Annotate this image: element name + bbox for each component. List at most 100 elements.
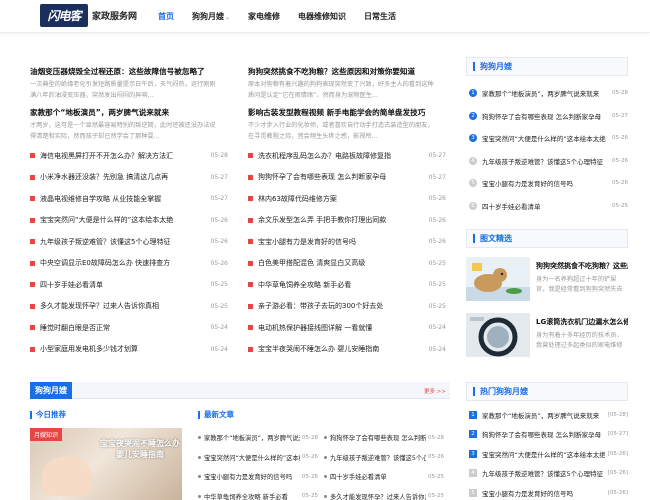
- list-item-title[interactable]: 睡觉时翻白眼是否正常: [40, 323, 207, 333]
- latest-article[interactable]: 家教那个“地板演员”，两岁脾气说来就来05-28: [198, 433, 324, 442]
- list-item[interactable]: 白色美甲搭配混色 清爽显白又高级 05-25: [248, 253, 446, 275]
- list-item[interactable]: 小米净水器还没装？先别急 搞清这几点再 05-27: [30, 167, 228, 189]
- list-item-title[interactable]: 宝宝小腿有力是发育好的信号吗: [258, 237, 425, 247]
- latest-article[interactable]: 九年级孩子叛逆难管？该懂这5个心理特征05-26: [324, 453, 450, 462]
- pic-item[interactable]: LG滚筒洗衣机门边漏水怎么修 身为有着十多年经历的技术员，我曾处理过多起类似的家…: [466, 313, 628, 357]
- list-item-title[interactable]: 液晶电视维修自学攻略 从业技能全掌握: [40, 194, 207, 204]
- list-item[interactable]: 宝宝小腿有力是发育好的信号吗 05-26: [248, 231, 446, 253]
- sidebar-hot-item-title[interactable]: 狗狗怀孕了会有哪些表现 怎么判断家孕母: [482, 111, 609, 121]
- list-item[interactable]: 海信电视黑屏打开不开怎么办？解决方法汇 05-28: [30, 145, 228, 167]
- list-item[interactable]: 亲子游必看：带孩子去玩的300个好去处 05-25: [248, 296, 446, 318]
- more-link[interactable]: 更多 >>: [424, 387, 446, 395]
- list-item[interactable]: 中华草龟饲养全攻略 新手必看 05-25: [248, 274, 446, 296]
- featured-title[interactable]: 油烟变压器烧毁全过程还原：这些故障信号被忽略了: [30, 66, 220, 77]
- latest-article-title[interactable]: 狗狗怀孕了会有哪些表现 怎么判断家孕母: [330, 433, 426, 442]
- featured-article[interactable]: 狗狗突然挑食不吃狗粮？这些原因和对策你要知道 原本对狗粮有着兴趣的狗狗表现突然变…: [248, 66, 438, 101]
- sidebar-hot2-item[interactable]: 3 宝宝突然问“大便是什么样的”这本绘本太绝 [05-26]: [466, 444, 628, 464]
- sidebar-hot2-item[interactable]: 5 宝宝小腿有力是发育好的信号吗 [05-26]: [466, 483, 628, 500]
- sidebar-hot2-item[interactable]: 2 狗狗怀孕了会有哪些表现 怎么判断家孕母 [05-27]: [466, 425, 628, 445]
- sidebar-hot2-item-title[interactable]: 狗狗怀孕了会有哪些表现 怎么判断家孕母: [482, 429, 605, 439]
- list-item[interactable]: 多久才能发现怀孕？过来人告诉你真相 05-25: [30, 296, 228, 318]
- list-item-title[interactable]: 中华草龟饲养全攻略 新手必看: [258, 280, 425, 290]
- list-item[interactable]: 宝宝突然问“大便是什么样的”这本绘本太绝 05-26: [30, 210, 228, 232]
- list-item-title[interactable]: 九年级孩子叛逆难管？该懂这5个心理特征: [40, 237, 207, 247]
- list-item-title[interactable]: 四十岁手娃必看清单: [40, 280, 207, 290]
- list-item-title[interactable]: 宝宝突然问“大便是什么样的”这本绘本太绝: [40, 215, 207, 225]
- pic-title[interactable]: 狗狗突然挑食不吃狗粮？这些原因和对策你要知道: [536, 261, 628, 271]
- latest-article-title[interactable]: 九年级孩子叛逆难管？该懂这5个心理特征: [330, 453, 426, 462]
- list-item[interactable]: 液晶电视维修自学攻略 从业技能全掌握 05-27: [30, 188, 228, 210]
- sidebar-hot2-item-title[interactable]: 家教那个“地板演员”，两岁脾气说来就来: [482, 410, 605, 420]
- list-item-title[interactable]: 宝宝半夜哭闹不睡怎么办 婴儿安睡指南: [258, 344, 425, 354]
- nav-dog-nanny[interactable]: 狗狗月嫂⌄: [192, 11, 230, 22]
- list-item-title[interactable]: 小型家庭用发电机多少钱才划算: [40, 344, 207, 354]
- sidebar-hot-item-title[interactable]: 家教那个“地板演员”，两岁脾气说来就来: [482, 88, 609, 98]
- pic-title[interactable]: LG滚筒洗衣机门边漏水怎么修: [536, 317, 628, 327]
- list-item-title[interactable]: 洗衣机程序乱码怎么办？电路板故障修复指: [258, 151, 425, 161]
- latest-article[interactable]: 宝宝突然问“大便是什么样的”这本绘本太绝05-26: [198, 453, 324, 462]
- list-item-title[interactable]: 亲子游必看：带孩子去玩的300个好去处: [258, 301, 425, 311]
- sidebar-hot-item[interactable]: 4 九年级孩子叛逆难管？该懂这5个心理特征 05-26: [466, 150, 628, 173]
- nav-home[interactable]: 首页: [158, 11, 174, 22]
- sidebar-hot2-item[interactable]: 1 家教那个“地板演员”，两岁脾气说来就来 [05-28]: [466, 405, 628, 425]
- latest-article[interactable]: 中华草龟饲养全攻略 新手必看 05-25: [198, 492, 324, 500]
- list-item-title[interactable]: 林内63故障代码维修方案: [258, 194, 425, 204]
- sidebar-hot-item[interactable]: 6 四十岁手娃必看清单 05-25: [466, 195, 628, 218]
- list-item[interactable]: 狗狗怀孕了会有哪些表现 怎么判断家孕母 05-27: [248, 167, 446, 189]
- latest-article-title[interactable]: 中华草龟饲养全攻略 新手必看: [204, 492, 300, 500]
- list-item[interactable]: 余文乐发型怎么弄 手把手教你打理出同款 05-26: [248, 210, 446, 232]
- list-item-title[interactable]: 中央空调显示E0故障码怎么办 快速排查方: [40, 258, 207, 268]
- sidebar-hot2-item-title[interactable]: 宝宝小腿有力是发育好的信号吗: [482, 488, 605, 498]
- featured-title[interactable]: 狗狗突然挑食不吃狗粮？这些原因和对策你要知道: [248, 66, 438, 77]
- featured-title[interactable]: 影响古装发型教程视频 新手电能学会的简单盘发技巧: [248, 107, 438, 118]
- list-item[interactable]: 宝宝半夜哭闹不睡怎么办 婴儿安睡指南 05-24: [248, 339, 446, 361]
- latest-article-title[interactable]: 宝宝小腿有力是发育好的信号吗: [204, 472, 300, 481]
- list-item-title[interactable]: 海信电视黑屏打开不开怎么办？解决方法汇: [40, 151, 207, 161]
- sidebar-hot-item[interactable]: 5 宝宝小腿有力是发育好的信号吗 05-26: [466, 172, 628, 195]
- list-item[interactable]: 电动机热保护器接线图详解 一看就懂 05-24: [248, 317, 446, 339]
- sidebar-hot2-item[interactable]: 4 九年级孩子叛逆难管？该懂这5个心理特征 [05-26]: [466, 464, 628, 484]
- latest-article[interactable]: 狗狗怀孕了会有哪些表现 怎么判断家孕母05-28: [324, 433, 450, 442]
- sidebar-hot-item-title[interactable]: 宝宝小腿有力是发育好的信号吗: [482, 178, 609, 188]
- latest-article-title[interactable]: 宝宝突然问“大便是什么样的”这本绘本太绝: [204, 453, 300, 462]
- sidebar-hot-item-title[interactable]: 宝宝突然问“大便是什么样的”这本绘本太绝: [482, 133, 609, 143]
- sidebar-hot-item-title[interactable]: 九年级孩子叛逆难管？该懂这5个心理特征: [482, 156, 609, 166]
- sidebar-hot-item[interactable]: 2 狗狗怀孕了会有哪些表现 怎么判断家孕母 05-27: [466, 105, 628, 128]
- list-item-title[interactable]: 白色美甲搭配混色 清爽显白又高级: [258, 258, 425, 268]
- sidebar-hot2-item-title[interactable]: 九年级孩子叛逆难管？该懂这5个心理特征: [482, 468, 605, 478]
- nav-repair-knowledge[interactable]: 电器维修知识: [298, 11, 346, 22]
- site-logo[interactable]: 闪电客 家政服务网: [40, 4, 146, 27]
- latest-article[interactable]: 宝宝小腿有力是发育好的信号吗 05-26: [198, 472, 324, 481]
- latest-article[interactable]: 多久才能发现怀孕？过来人告诉你真相05-25: [324, 492, 450, 500]
- sidebar-hot-item-title[interactable]: 四十岁手娃必看清单: [482, 201, 609, 211]
- featured-article[interactable]: 油烟变压器烧毁全过程还原：这些故障信号被忽略了 一次典型的绝缘老化引发短路质量提…: [30, 66, 220, 101]
- list-item[interactable]: 洗衣机程序乱码怎么办？电路板故障修复指 05-27: [248, 145, 446, 167]
- sidebar-hot-item[interactable]: 1 家教那个“地板演员”，两岁脾气说来就来 05-28: [466, 82, 628, 105]
- latest-article-title[interactable]: 家教那个“地板演员”，两岁脾气说来就来: [204, 433, 300, 442]
- featured-article[interactable]: 家教那个“地板演员”，两岁脾气说来就来 才两岁，这可是一个显然最容易特别的叛逆期…: [30, 107, 220, 142]
- featured-article[interactable]: 影响古装发型教程视频 新手电能学会的简单盘发技巧 不少才步入行业的化妆师，或者喜…: [248, 107, 438, 142]
- list-item[interactable]: 四十岁手娃必看清单 05-25: [30, 274, 228, 296]
- latest-article-title[interactable]: 四十岁手娃必看清单: [330, 472, 426, 481]
- section-tag[interactable]: 狗狗月嫂: [30, 382, 72, 399]
- list-item-title[interactable]: 电动机热保护器接线图详解 一看就懂: [258, 323, 425, 333]
- list-item-title[interactable]: 狗狗怀孕了会有哪些表现 怎么判断家孕母: [258, 172, 425, 182]
- latest-article-title[interactable]: 多久才能发现怀孕？过来人告诉你真相: [330, 492, 426, 500]
- nav-appliance-repair[interactable]: 家电维修: [248, 11, 280, 22]
- recommend-image[interactable]: 月嫂知识 宝宝夜哭闹不睡怎么办 婴儿安睡指南: [30, 428, 182, 500]
- list-item[interactable]: 睡觉时翻白眼是否正常 05-24: [30, 317, 228, 339]
- sidebar-hot2-item-title[interactable]: 宝宝突然问“大便是什么样的”这本绘本太绝: [482, 449, 605, 459]
- list-item-title[interactable]: 多久才能发现怀孕？过来人告诉你真相: [40, 301, 207, 311]
- square-bullet-icon: [30, 196, 35, 202]
- sidebar-hot-item[interactable]: 3 宝宝突然问“大便是什么样的”这本绘本太绝 05-26: [466, 127, 628, 150]
- list-item[interactable]: 九年级孩子叛逆难管？该懂这5个心理特征 05-26: [30, 231, 228, 253]
- latest-article[interactable]: 四十岁手娃必看清单 05-25: [324, 472, 450, 481]
- nav-daily-life[interactable]: 日常生活: [364, 11, 396, 22]
- featured-title[interactable]: 家教那个“地板演员”，两岁脾气说来就来: [30, 107, 220, 118]
- list-item[interactable]: 中央空调显示E0故障码怎么办 快速排查方 05-26: [30, 253, 228, 275]
- list-item[interactable]: 小型家庭用发电机多少钱才划算 05-24: [30, 339, 228, 361]
- list-item-title[interactable]: 小米净水器还没装？先别急 搞清这几点再: [40, 172, 207, 182]
- list-item[interactable]: 林内63故障代码维修方案 05-26: [248, 188, 446, 210]
- pic-item[interactable]: 狗狗突然挑食不吃狗粮？这些原因和对策你要知道 身为一名养狗超过十年的铲屎官，我是…: [466, 257, 628, 301]
- list-item-title[interactable]: 余文乐发型怎么弄 手把手教你打理出同款: [258, 215, 425, 225]
